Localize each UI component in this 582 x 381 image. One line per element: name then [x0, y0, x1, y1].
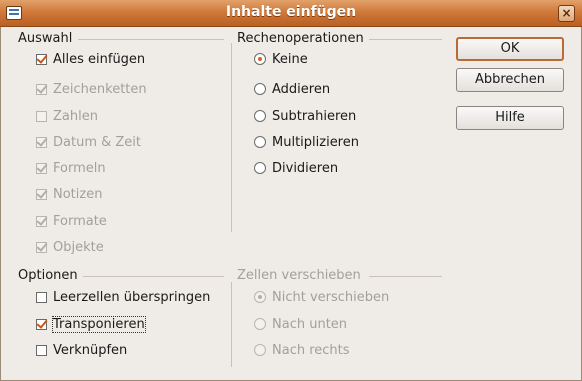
checkbox-objekte[interactable]: Objekte — [36, 238, 104, 256]
checkbox-box[interactable] — [36, 318, 47, 330]
checkbox-box[interactable] — [36, 110, 47, 122]
checkbox-box[interactable] — [36, 241, 47, 253]
checkbox-label: Formeln — [53, 160, 106, 176]
checkbox-label: Objekte — [53, 239, 104, 255]
checkbox-alles-einfuegen[interactable]: Alles einfügen — [36, 50, 145, 68]
radio-button[interactable] — [254, 344, 266, 356]
close-button[interactable]: × — [558, 5, 575, 22]
checkbox-box[interactable] — [36, 344, 47, 356]
abbrechen-button[interactable]: Abbrechen — [456, 68, 564, 92]
checkbox-formate[interactable]: Formate — [36, 212, 107, 230]
checkbox-box[interactable] — [36, 162, 47, 174]
radio-button[interactable] — [254, 162, 266, 174]
radio-button[interactable] — [254, 136, 266, 148]
checkbox-label: Leerzellen überspringen — [53, 289, 211, 305]
checkbox-box[interactable] — [36, 291, 47, 303]
dialog-body: Auswahl Alles einfügen Zeichenketten Zah… — [0, 27, 582, 381]
radio-multiplizieren[interactable]: Multiplizieren — [254, 133, 359, 151]
auswahl-separator — [78, 39, 224, 40]
zellen-verschieben-group-title: Zellen verschieben — [237, 268, 361, 283]
checkbox-label: Datum & Zeit — [53, 134, 141, 150]
checkbox-label: Zahlen — [53, 108, 98, 124]
optionen-separator — [83, 276, 224, 277]
radio-label: Nicht verschieben — [272, 289, 390, 305]
radio-label: Addieren — [272, 81, 331, 97]
radio-label: Multiplizieren — [272, 134, 359, 150]
radio-label: Keine — [272, 51, 308, 67]
checkbox-transponieren[interactable]: Transponieren — [36, 315, 146, 333]
checkbox-label: Transponieren — [52, 315, 146, 333]
checkbox-label: Alles einfügen — [53, 51, 146, 67]
radio-subtrahieren[interactable]: Subtrahieren — [254, 107, 356, 125]
radio-dividieren[interactable]: Dividieren — [254, 159, 338, 177]
radio-addieren[interactable]: Addieren — [254, 80, 330, 98]
radio-label: Nach rechts — [272, 342, 350, 358]
hilfe-button[interactable]: Hilfe — [456, 106, 564, 130]
radio-nach-unten[interactable]: Nach unten — [254, 315, 347, 333]
radio-button[interactable] — [254, 318, 266, 330]
checkbox-box[interactable] — [36, 215, 47, 227]
checkbox-datum-zeit[interactable]: Datum & Zeit — [36, 133, 141, 151]
radio-label: Dividieren — [272, 160, 339, 176]
radio-button[interactable] — [254, 53, 266, 65]
auswahl-group-title: Auswahl — [18, 31, 73, 46]
column-divider-bottom — [231, 282, 232, 367]
checkbox-formeln[interactable]: Formeln — [36, 159, 106, 177]
checkbox-verknuepfen[interactable]: Verknüpfen — [36, 341, 127, 359]
window-title: Inhalte einfügen — [225, 4, 357, 20]
optionen-group-title: Optionen — [18, 268, 78, 283]
radio-label: Nach unten — [272, 316, 348, 332]
radio-button[interactable] — [254, 83, 266, 95]
checkbox-box[interactable] — [36, 53, 47, 65]
radio-label: Subtrahieren — [272, 108, 357, 124]
checkbox-box[interactable] — [36, 83, 47, 95]
zellen-verschieben-separator — [369, 276, 442, 277]
checkbox-box[interactable] — [36, 188, 47, 200]
rechenoperationen-group-title: Rechenoperationen — [237, 31, 364, 46]
checkbox-box[interactable] — [36, 136, 47, 148]
checkbox-leerzellen-ueberspringen[interactable]: Leerzellen überspringen — [36, 288, 210, 306]
rechenoperationen-separator — [369, 39, 442, 40]
checkbox-label: Verknüpfen — [53, 342, 128, 358]
ok-button[interactable]: OK — [456, 37, 564, 61]
radio-button[interactable] — [254, 110, 266, 122]
radio-nach-rechts[interactable]: Nach rechts — [254, 341, 350, 359]
checkbox-label: Zeichenketten — [53, 81, 147, 97]
radio-keine[interactable]: Keine — [254, 50, 308, 68]
radio-nicht-verschieben[interactable]: Nicht verschieben — [254, 288, 389, 306]
checkbox-zahlen[interactable]: Zahlen — [36, 107, 98, 125]
checkbox-notizen[interactable]: Notizen — [36, 185, 102, 203]
checkbox-label: Formate — [53, 213, 107, 229]
checkbox-zeichenketten[interactable]: Zeichenketten — [36, 80, 147, 98]
radio-button[interactable] — [254, 291, 266, 303]
checkbox-label: Notizen — [53, 186, 103, 202]
column-divider — [231, 43, 232, 232]
title-bar[interactable]: Inhalte einfügen × — [0, 0, 582, 27]
